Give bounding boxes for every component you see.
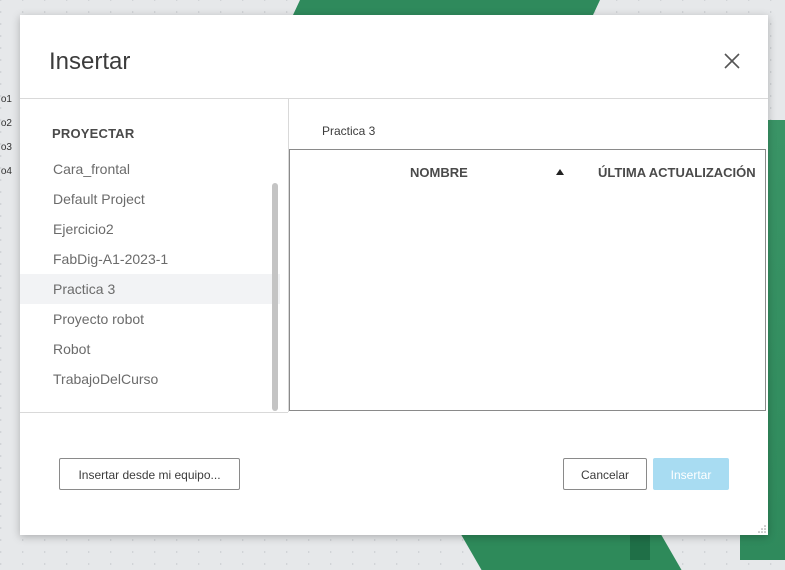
breadcrumb[interactable]: Practica 3 <box>322 124 375 138</box>
project-item[interactable]: TrabajoDelCurso <box>20 364 280 394</box>
side-label: o2 <box>0 118 12 129</box>
project-item[interactable]: Default Project <box>20 184 280 214</box>
column-header-last-updated[interactable]: ÚLTIMA ACTUALIZACIÓN <box>598 165 756 180</box>
insert-button[interactable]: Insertar <box>653 458 729 490</box>
project-item[interactable]: FabDig-A1-2023-1 <box>20 244 280 274</box>
project-item[interactable]: Proyecto robot <box>20 304 280 334</box>
project-item[interactable]: Ejercicio2 <box>20 214 280 244</box>
sidebar-divider <box>20 412 288 413</box>
upload-from-computer-button[interactable]: Insertar desde mi equipo... <box>59 458 240 490</box>
sidebar-heading: PROYECTAR <box>52 126 135 141</box>
background-side-labels: o1 o2 o3 o4 <box>0 88 12 184</box>
side-label: o4 <box>0 166 12 177</box>
project-list-scrollbar[interactable] <box>272 183 278 411</box>
resize-grip-icon[interactable] <box>758 525 766 533</box>
dialog-title: Insertar <box>49 48 131 75</box>
sort-ascending-icon[interactable] <box>556 169 564 175</box>
project-item-selected[interactable]: Practica 3 <box>20 274 280 304</box>
side-label: o1 <box>0 94 12 105</box>
column-header-name[interactable]: NOMBRE <box>410 165 468 180</box>
cancel-button[interactable]: Cancelar <box>563 458 647 490</box>
side-label: o3 <box>0 142 12 153</box>
project-list: Cara_frontal Default Project Ejercicio2 … <box>20 154 280 394</box>
project-item[interactable]: Cara_frontal <box>20 154 280 184</box>
insert-dialog: Insertar PROYECTAR Cara_frontal Default … <box>20 15 768 535</box>
close-icon <box>724 53 740 69</box>
close-button[interactable] <box>722 51 742 71</box>
project-sidebar: PROYECTAR Cara_frontal Default Project E… <box>20 99 289 412</box>
file-table: NOMBRE ÚLTIMA ACTUALIZACIÓN <box>289 149 766 411</box>
project-item[interactable]: Robot <box>20 334 280 364</box>
